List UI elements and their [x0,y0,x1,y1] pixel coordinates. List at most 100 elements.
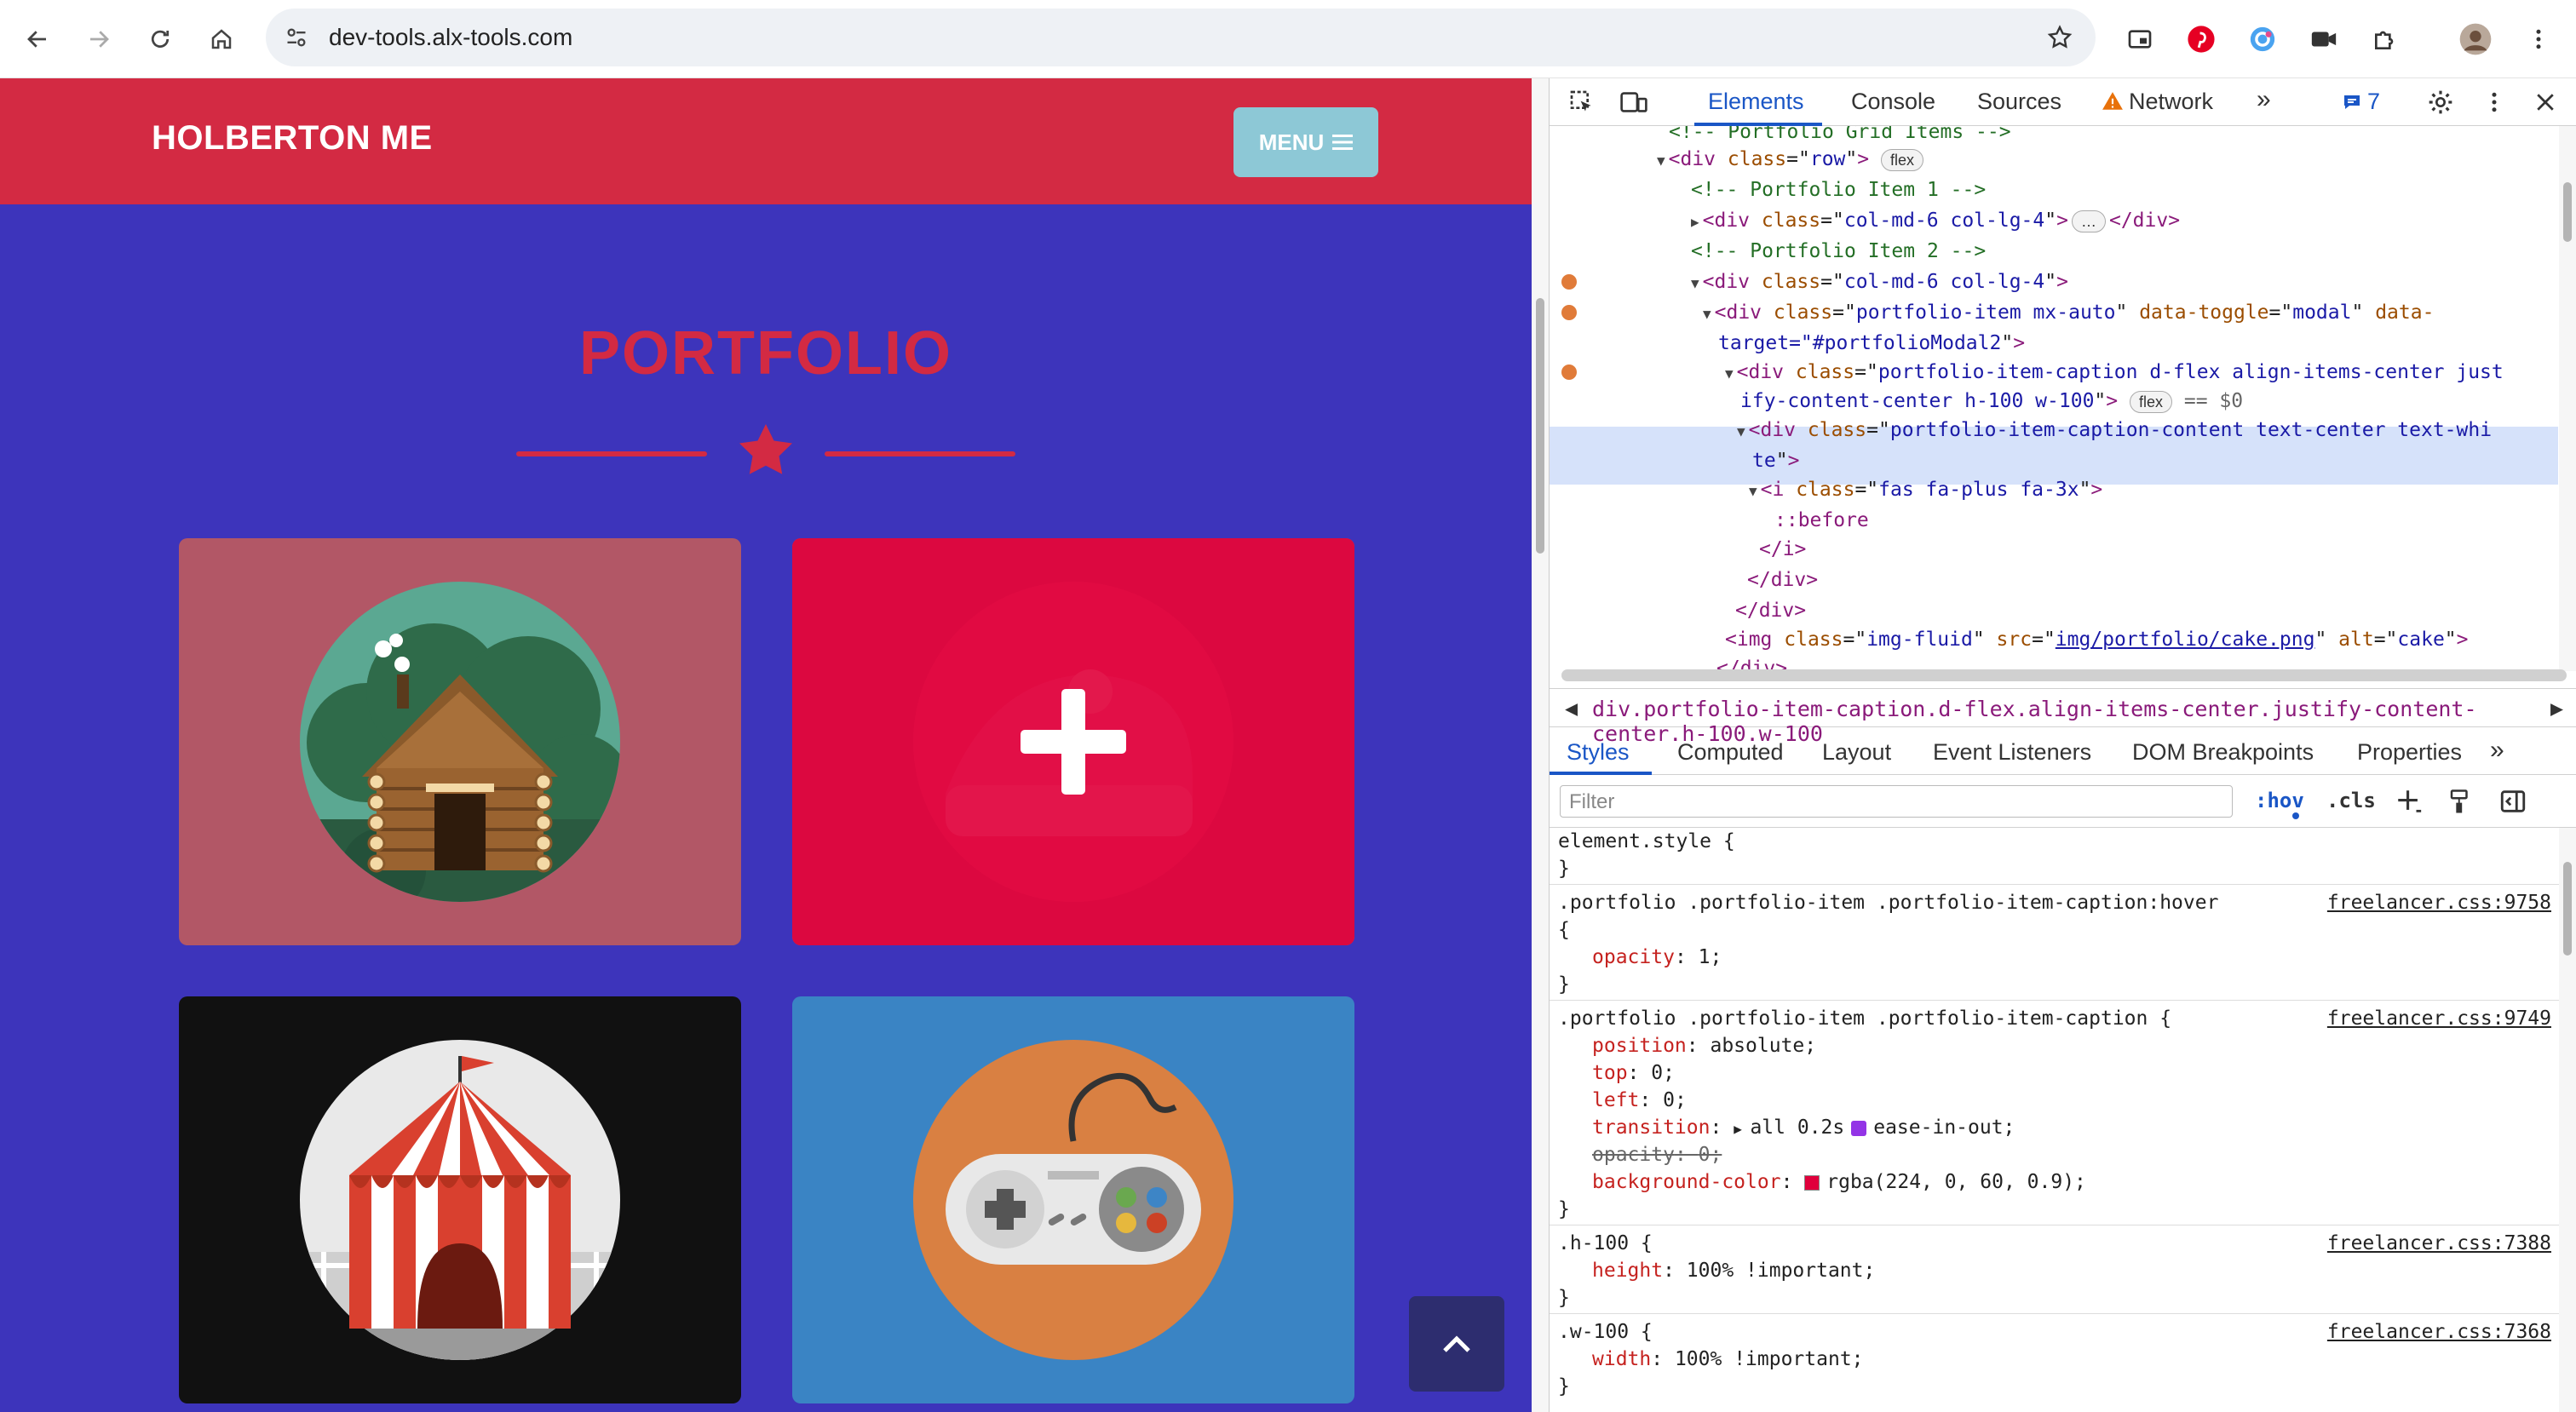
styles-scrollbar-thumb[interactable] [2563,862,2572,956]
new-rule-plus-icon[interactable] [2395,787,2424,816]
site-brand[interactable]: HOLBERTON ME [152,119,433,158]
tab-console[interactable]: Console [1851,89,1935,115]
tab-search-icon[interactable] [2119,19,2160,60]
rule-selector[interactable]: .portfolio .portfolio-item .portfolio-it… [1558,889,2218,916]
dom-node-line[interactable]: target="#portfolioModal2"> [1718,329,2025,358]
extensions-puzzle-icon[interactable] [2365,19,2406,60]
portfolio-item-circus[interactable] [179,996,741,1403]
dom-tree-scrollbar[interactable] [2559,126,2576,671]
dom-node-line[interactable]: <!-- Portfolio Grid Items --> [1669,126,2011,146]
portfolio-item-cake[interactable] [792,538,1354,945]
style-declaration[interactable]: opacity: 1; [1592,944,1722,971]
dom-node-line[interactable]: ▶ <div class="col-md-6 col-lg-4">… </div> [1691,206,2180,235]
url-text[interactable]: dev-tools.alx-tools.com [329,24,572,51]
rule-source-link[interactable]: freelancer.css:7368 [2327,1318,2551,1346]
dom-node-line[interactable]: </i> [1759,535,1806,564]
tab-network[interactable]: Network [2129,89,2213,115]
page-scrollbar[interactable] [1532,78,1549,1412]
elements-dom-tree[interactable]: <!-- Portfolio Grid Items --> ▼ <div class… [1550,126,2576,671]
rule-selector[interactable]: .portfolio .portfolio-item .portfolio-it… [1558,1005,2171,1032]
pinterest-icon[interactable] [2181,19,2222,60]
style-declaration[interactable]: height: 100% !important; [1592,1257,1875,1284]
style-declaration[interactable]: top: 0; [1592,1059,1675,1087]
dom-node-line[interactable]: <!-- Portfolio Item 1 --> [1691,175,1986,204]
breadcrumb-left-arrow-icon[interactable]: ◀ [1565,696,1578,720]
home-icon[interactable] [201,19,242,60]
style-declaration[interactable]: background-color: rgba(224, 0, 60, 0.9); [1592,1168,2086,1196]
breadcrumb-right-arrow-icon[interactable]: ▶ [2550,696,2563,720]
page-scrollbar-thumb[interactable] [1536,298,1544,554]
portfolio-item-game[interactable] [792,996,1354,1403]
style-declaration[interactable]: transition: ▶ all 0.2s ease-in-out; [1592,1114,2015,1141]
scroll-to-top-button[interactable] [1409,1296,1504,1392]
tab-sources[interactable]: Sources [1977,89,2061,115]
breakpoint-dot[interactable] [1561,305,1577,320]
issues-count[interactable]: 7 [2367,89,2380,115]
inspect-element-icon[interactable] [1568,89,1596,116]
dom-node-line[interactable]: </div> [1747,565,1818,594]
dom-node-line[interactable]: ::before [1774,506,1869,535]
dom-node-line[interactable]: </div> [1716,654,1787,671]
subtab-dom-breakpoints[interactable]: DOM Breakpoints [2132,739,2314,766]
rule-source-link[interactable]: freelancer.css:9758 [2327,889,2551,916]
profile-avatar-icon[interactable] [2455,19,2496,60]
dom-node-line[interactable]: ▼ <i class="fas fa-plus fa-3x"> [1749,475,2102,504]
extension-swirl-icon[interactable] [2242,19,2283,60]
address-bar[interactable]: dev-tools.alx-tools.com [266,9,2096,66]
styles-filter-input[interactable]: Filter [1560,785,2233,818]
breakpoint-dot[interactable] [1561,364,1577,380]
back-icon[interactable] [17,19,58,60]
subtab-styles[interactable]: Styles [1567,739,1630,766]
rule-selector[interactable]: .h-100 { [1558,1230,1653,1257]
dom-tree-horizontal-scrollbar[interactable] [1561,669,2567,681]
browser-menu-icon[interactable] [2518,19,2559,60]
expand-triangle-open-icon[interactable]: ▼ [1737,423,1745,439]
breakpoint-dot[interactable] [1561,274,1577,290]
portfolio-item-cabin[interactable] [179,538,741,945]
subtab-properties[interactable]: Properties [2357,739,2462,766]
dom-node-line[interactable]: ify-content-center h-100 w-100"> flex ==… [1740,387,2243,416]
dom-node-line[interactable]: ▼ <div class="portfolio-item-caption-cont… [1737,416,2492,445]
rule-source-link[interactable]: freelancer.css:7388 [2327,1230,2551,1257]
dom-node-line[interactable]: <img class="img-fluid" src="img/portfoli… [1725,625,2469,654]
style-declaration[interactable]: opacity: 0; [1592,1141,1722,1168]
subtab-computed[interactable]: Computed [1677,739,1784,766]
class-toggle[interactable]: .cls [2326,789,2376,812]
tab-elements[interactable]: Elements [1708,89,1804,115]
dom-node-line[interactable]: te"> [1752,446,1799,475]
expand-triangle-open-icon[interactable]: ▼ [1691,275,1699,291]
dom-node-line[interactable]: ▼ <div class="portfolio-item mx-auto" dat… [1703,298,2434,327]
paint-roller-icon[interactable] [2447,787,2473,816]
dom-node-line[interactable]: ▼ <div class="row"> flex [1657,145,1923,174]
style-declaration[interactable]: position: absolute; [1592,1032,1816,1059]
rule-close-brace[interactable]: } [1558,1196,1570,1223]
more-tabs-chevron-icon[interactable]: » [2257,85,2271,114]
settings-gear-icon[interactable] [2427,89,2454,116]
rule-close-brace[interactable]: } [1558,1373,1570,1400]
styles-rules-pane[interactable]: element.style {} .portfolio .portfolio-it… [1550,828,2560,1412]
rule-close-brace[interactable]: } [1558,971,1570,998]
dom-tree-scrollbar-thumb[interactable] [2563,182,2572,242]
rule-source-link[interactable]: freelancer.css:9749 [2327,1005,2551,1032]
expand-triangle-open-icon[interactable]: ▼ [1725,365,1734,382]
subtab-event-listeners[interactable]: Event Listeners [1933,739,2091,766]
style-declaration[interactable]: width: 100% !important; [1592,1346,1864,1373]
close-devtools-icon[interactable] [2533,89,2558,116]
hover-state-toggle[interactable]: :hov [2255,789,2304,812]
site-settings-icon[interactable] [279,20,313,55]
style-declaration[interactable]: left: 0; [1592,1087,1687,1114]
styles-scrollbar[interactable] [2559,828,2576,1412]
dom-node-line[interactable]: </div> [1735,596,1806,625]
rule-selector[interactable]: element.style { [1558,828,1735,855]
expand-triangle-closed-icon[interactable]: ▶ [1691,214,1699,230]
menu-button[interactable]: MENU [1233,107,1378,177]
devtools-menu-icon[interactable] [2481,89,2507,116]
dom-node-line[interactable]: ▼ <div class="col-md-6 col-lg-4"> [1691,267,2068,296]
toggle-sidebar-icon[interactable] [2498,787,2527,816]
expand-triangle-open-icon[interactable]: ▼ [1749,483,1757,499]
video-camera-icon[interactable] [2303,19,2344,60]
more-subtabs-chevron-icon[interactable]: » [2490,736,2504,765]
rule-open-brace[interactable]: { [1558,916,1570,944]
dom-node-line[interactable]: <!-- Portfolio Item 2 --> [1691,237,1986,266]
rule-close-brace[interactable]: } [1558,1284,1570,1312]
